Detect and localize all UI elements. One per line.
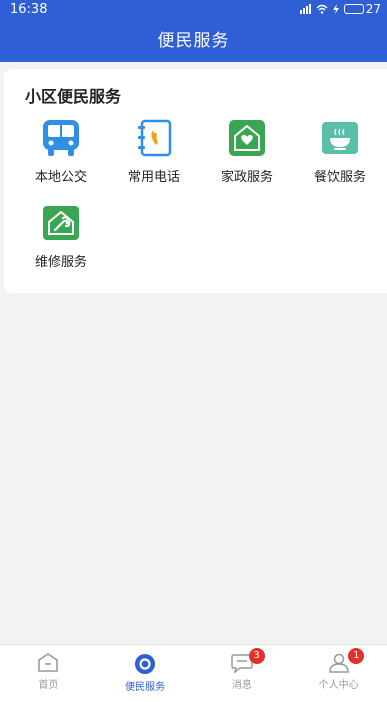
- service-bus[interactable]: 本地公交: [15, 116, 107, 185]
- message-badge: 3: [248, 648, 265, 664]
- service-label: 餐饮服务: [313, 170, 366, 185]
- bowl-icon: [318, 116, 362, 160]
- profile-icon: [328, 653, 349, 673]
- tab-label: 便民服务: [125, 682, 166, 693]
- service-label: 家政服务: [220, 170, 273, 185]
- service-phone[interactable]: 常用电话: [108, 116, 200, 185]
- section-title: 小区便民服务: [25, 87, 122, 106]
- wifi-icon: [316, 4, 328, 14]
- tab-label: 消息: [231, 680, 252, 691]
- page-title: 便民服务: [157, 31, 230, 51]
- tab-label: 首页: [38, 680, 59, 691]
- service-card: 小区便民服务 本地公交 常用电话 家政服务 餐饮服务 维修服务: [4, 69, 387, 293]
- service-icon: [135, 654, 156, 674]
- service-housekeeping[interactable]: 家政服务: [201, 116, 293, 185]
- profile-badge: 1: [348, 648, 365, 664]
- tab-profile[interactable]: 1 个人中心: [290, 645, 387, 702]
- charging-icon: [332, 4, 339, 14]
- battery-percent: 27: [365, 2, 381, 16]
- tab-service[interactable]: 便民服务: [97, 645, 194, 702]
- bus-icon: [39, 116, 83, 160]
- bottom-tab-bar: 首页 便民服务 3 消息 1 个人中心: [0, 644, 387, 702]
- service-label: 维修服务: [34, 255, 87, 270]
- app-header: 16:38 27 便民服务: [0, 0, 387, 62]
- repair-icon: [39, 201, 83, 245]
- tab-messages[interactable]: 3 消息: [194, 645, 291, 702]
- tab-label: 个人中心: [318, 680, 359, 691]
- battery-indicator: 27: [343, 2, 381, 16]
- status-bar: 16:38 27: [0, 0, 387, 18]
- home-heart-icon: [225, 116, 269, 160]
- cell-signal-icon: [299, 4, 311, 14]
- status-time: 16:38: [10, 1, 48, 17]
- service-catering[interactable]: 餐饮服务: [294, 116, 386, 185]
- service-label: 本地公交: [34, 170, 87, 185]
- service-label: 常用电话: [127, 170, 180, 185]
- home-icon: [38, 653, 59, 672]
- service-repair[interactable]: 维修服务: [15, 201, 107, 270]
- tab-home[interactable]: 首页: [0, 645, 97, 702]
- phonebook-icon: [132, 116, 176, 160]
